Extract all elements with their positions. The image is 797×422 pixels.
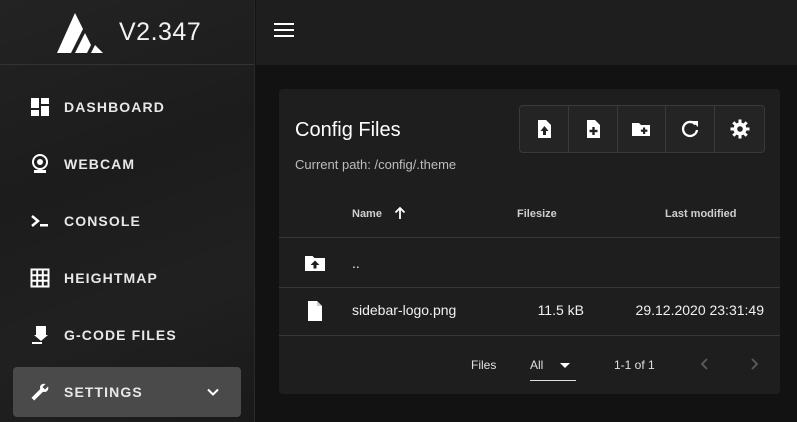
sidebar-item-console[interactable]: CONSOLE [13, 196, 241, 246]
folder-up-icon [305, 256, 325, 271]
file-modified: 29.12.2020 23:31:49 [635, 302, 764, 318]
file-toolbar [519, 105, 765, 153]
file-upload-icon [32, 326, 48, 344]
per-page-value: All [530, 358, 544, 372]
file-name: sidebar-logo.png [352, 302, 457, 318]
grid-icon [30, 268, 50, 288]
divider [279, 237, 780, 238]
new-file-icon [586, 120, 600, 138]
new-folder-button[interactable] [618, 106, 667, 152]
dashboard-icon [31, 98, 49, 116]
chevron-left-icon[interactable] [696, 355, 714, 373]
sidebar-item-label: G-CODE FILES [64, 327, 177, 343]
sidebar-item-settings[interactable]: SETTINGS [13, 367, 241, 417]
menu-icon[interactable] [274, 23, 294, 41]
sidebar-item-heightmap[interactable]: HEIGHTMAP [13, 253, 241, 303]
pagination-range: 1-1 of 1 [614, 358, 655, 372]
gear-icon [730, 119, 750, 139]
settings-button[interactable] [715, 106, 764, 152]
current-path: Current path: /config/.theme [295, 157, 457, 172]
sidebar: V2.347 DASHBOARD WEBCAM CONSOLE HEIGHTMA… [0, 0, 255, 422]
table-row[interactable]: sidebar-logo.png 11.5 kB 29.12.2020 23:3… [279, 287, 780, 335]
logo-icon [57, 13, 103, 53]
config-files-card: Config Files Current path: /config/.them… [279, 89, 780, 394]
file-name: .. [352, 255, 360, 271]
sidebar-item-label: DASHBOARD [64, 99, 165, 115]
column-header-filesize[interactable]: Filesize [517, 208, 557, 220]
top-app-bar [256, 0, 797, 65]
new-folder-icon [632, 123, 651, 136]
upload-file-button[interactable] [520, 106, 569, 152]
sidebar-item-label: WEBCAM [64, 156, 136, 172]
refresh-icon [682, 120, 699, 138]
sidebar-item-label: SETTINGS [64, 384, 143, 400]
sidebar-item-gcode-files[interactable]: G-CODE FILES [13, 310, 241, 360]
console-icon [31, 215, 48, 227]
column-header-last-modified[interactable]: Last modified [665, 208, 737, 220]
table-row[interactable]: .. [279, 239, 780, 287]
dropdown-caret-icon [560, 363, 570, 368]
files-per-page-label: Files [471, 358, 497, 372]
app-version: V2.347 [119, 18, 202, 46]
new-file-button[interactable] [569, 106, 618, 152]
chevron-down-icon[interactable] [205, 384, 221, 400]
sidebar-item-webcam[interactable]: WEBCAM [13, 139, 241, 189]
divider [279, 335, 780, 336]
file-icon [308, 301, 322, 321]
per-page-select[interactable]: All [530, 351, 576, 381]
wrench-icon [31, 383, 49, 401]
sidebar-item-dashboard[interactable]: DASHBOARD [13, 82, 241, 132]
webcam-icon [32, 154, 48, 173]
card-title: Config Files [295, 119, 401, 141]
refresh-button[interactable] [666, 106, 716, 152]
sidebar-item-label: HEIGHTMAP [64, 270, 158, 286]
upload-file-icon [537, 120, 551, 138]
column-header-name[interactable]: Name [352, 208, 382, 220]
file-size: 11.5 kB [537, 302, 584, 318]
chevron-right-icon[interactable] [745, 355, 763, 373]
brand: V2.347 [0, 0, 254, 65]
sort-ascending-icon[interactable] [393, 206, 407, 220]
sidebar-item-label: CONSOLE [64, 213, 141, 229]
